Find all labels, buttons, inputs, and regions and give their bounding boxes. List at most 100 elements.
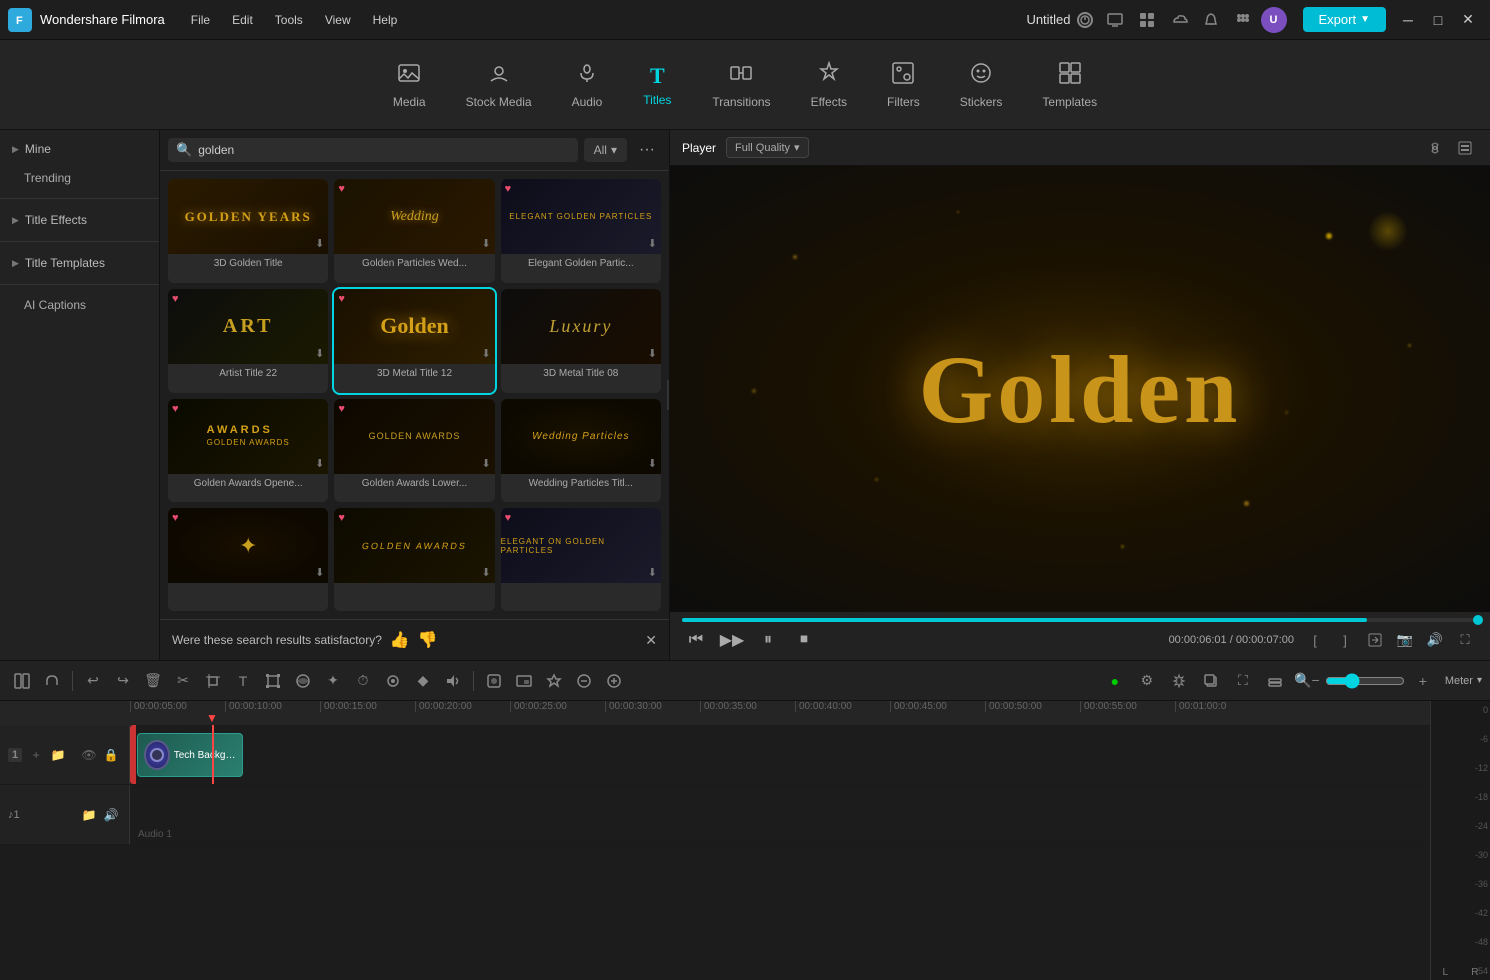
tool-media[interactable]: Media	[373, 53, 446, 117]
zoom-slider[interactable]	[1325, 673, 1405, 689]
cloud-icon[interactable]	[1165, 6, 1193, 34]
grid-item-3[interactable]: ♥ ELEGANT GOLDEN PARTICLES ⬇ Elegant Gol…	[501, 179, 661, 283]
download-icon-11[interactable]: ⬇	[481, 566, 490, 579]
tl-keyframe-button[interactable]: ◆	[409, 667, 437, 695]
video-clip[interactable]: Tech Backgrou...	[137, 733, 243, 777]
tool-effects[interactable]: Effects	[791, 53, 867, 117]
sidebar-item-trending[interactable]: Trending	[0, 164, 159, 192]
rewind-button[interactable]: ⏮	[682, 626, 710, 654]
fullscreen-icon[interactable]: ⛶	[1452, 627, 1478, 653]
more-button[interactable]: ···	[633, 139, 661, 161]
sidebar-item-title-templates[interactable]: ▶ Title Templates	[0, 248, 159, 278]
tl-copy-button[interactable]	[1197, 667, 1225, 695]
grid-item-6[interactable]: Luxury ⬇ 3D Metal Title 08	[501, 289, 661, 393]
thumbs-up-button[interactable]: 👍	[390, 630, 410, 650]
tl-effects-button[interactable]: ✦	[319, 667, 347, 695]
download-icon-7[interactable]: ⬇	[315, 457, 324, 470]
download-icon-6[interactable]: ⬇	[648, 347, 657, 360]
download-icon-4[interactable]: ⬇	[315, 347, 324, 360]
grid-item-7[interactable]: ♥ AWARDSGOLDEN AWARDS ⬇ Golden Awards Op…	[168, 399, 328, 503]
preview-layout-icon[interactable]	[1452, 135, 1478, 161]
grid-item-5[interactable]: ♥ Golden ⬇ 3D Metal Title 12	[334, 289, 494, 393]
sidebar-item-ai-captions[interactable]: AI Captions	[0, 291, 159, 319]
grid-item-11[interactable]: ♥ GOLDEN AWARDS ⬇	[334, 508, 494, 611]
sidebar-item-mine[interactable]: ▶ Mine	[0, 134, 159, 164]
grid-item-12[interactable]: ♥ ELEGANT ON GOLDEN PARTICLES ⬇	[501, 508, 661, 611]
track-add-video-button[interactable]: +	[26, 745, 46, 765]
quality-select[interactable]: Full Quality ▾	[726, 137, 809, 158]
tl-transform-button[interactable]	[259, 667, 287, 695]
play-button[interactable]: ▶▶	[718, 626, 746, 654]
tl-plus-button[interactable]	[600, 667, 628, 695]
download-icon-10[interactable]: ⬇	[315, 566, 324, 579]
grid-item-8[interactable]: ♥ GOLDEN AWARDS ⬇ Golden Awards Lower...	[334, 399, 494, 503]
download-icon-5[interactable]: ⬇	[481, 347, 490, 360]
grid-item-9[interactable]: Wedding Particles ⬇ Wedding Particles Ti…	[501, 399, 661, 503]
tl-ai-button[interactable]	[1165, 667, 1193, 695]
maximize-button[interactable]: □	[1424, 6, 1452, 34]
tl-zoom-in-button[interactable]: +	[1409, 667, 1437, 695]
tl-undo-button[interactable]: ↩	[79, 667, 107, 695]
filter-button[interactable]: All ▾	[584, 138, 627, 162]
bell-icon[interactable]	[1197, 6, 1225, 34]
tl-stabilize-button[interactable]	[379, 667, 407, 695]
track-lock-button[interactable]: 🔒	[101, 745, 121, 765]
tl-zoom-out-button[interactable]: 🔍−	[1293, 667, 1321, 695]
pause-button[interactable]: ⏸	[754, 626, 782, 654]
tl-text-button[interactable]: T	[229, 667, 257, 695]
grid-item-2[interactable]: ♥ Wedding ⬇ Golden Particles Wed...	[334, 179, 494, 283]
thumbs-down-button[interactable]: 👎	[418, 630, 438, 650]
download-icon-2[interactable]: ⬇	[481, 237, 490, 250]
track-eye-button[interactable]: 👁	[79, 745, 99, 765]
download-icon-9[interactable]: ⬇	[648, 457, 657, 470]
volume-icon[interactable]: 🔊	[1422, 627, 1448, 653]
track-folder-button[interactable]: 📁	[48, 745, 68, 765]
menu-help[interactable]: Help	[363, 9, 408, 31]
tl-minus-button[interactable]	[570, 667, 598, 695]
tool-transitions[interactable]: Transitions	[692, 53, 790, 117]
monitor-icon[interactable]	[1101, 6, 1129, 34]
tl-record-button[interactable]: ●	[1101, 667, 1129, 695]
search-input[interactable]	[198, 143, 569, 157]
tool-stickers[interactable]: Stickers	[940, 53, 1023, 117]
tl-cut-button[interactable]: ✂	[169, 667, 197, 695]
tool-titles[interactable]: T Titles	[622, 55, 692, 115]
feedback-close-button[interactable]: ✕	[645, 632, 657, 649]
bracket-right-icon[interactable]: ]	[1332, 627, 1358, 653]
download-icon-12[interactable]: ⬇	[648, 566, 657, 579]
tl-green-screen-button[interactable]	[480, 667, 508, 695]
menu-tools[interactable]: Tools	[265, 9, 313, 31]
grid-icon[interactable]	[1133, 6, 1161, 34]
sidebar-item-title-effects[interactable]: ▶ Title Effects	[0, 205, 159, 235]
tl-color-button[interactable]	[289, 667, 317, 695]
user-avatar[interactable]: U	[1261, 7, 1287, 33]
tl-settings-button[interactable]: ⚙	[1133, 667, 1161, 695]
tl-redo-button[interactable]: ↪	[109, 667, 137, 695]
grid-item-10[interactable]: ♥ ✦ ⬇	[168, 508, 328, 611]
tl-split-view-button[interactable]	[8, 667, 36, 695]
tl-pip-button[interactable]	[510, 667, 538, 695]
tl-speed-button[interactable]: ⏱	[349, 667, 377, 695]
screenshot-icon[interactable]: 📷	[1392, 627, 1418, 653]
tool-audio[interactable]: Audio	[552, 53, 623, 117]
menu-file[interactable]: File	[181, 9, 220, 31]
tl-crop-button[interactable]	[199, 667, 227, 695]
stop-button[interactable]: ⏹	[790, 626, 818, 654]
tl-delete-button[interactable]: 🗑	[139, 667, 167, 695]
tl-audio-button[interactable]	[439, 667, 467, 695]
track-audio-folder-button[interactable]: 📁	[79, 805, 99, 825]
download-icon-3[interactable]: ⬇	[648, 237, 657, 250]
tool-templates[interactable]: Templates	[1022, 53, 1117, 117]
tl-fullscreen-button[interactable]: ⛶	[1229, 667, 1257, 695]
progress-bar[interactable]	[682, 618, 1478, 622]
grid-item-1[interactable]: GOLDEN YEARS ⬇ 3D Golden Title	[168, 179, 328, 283]
menu-edit[interactable]: Edit	[222, 9, 263, 31]
track-video-content[interactable]: Tech Backgrou...	[130, 725, 1430, 784]
bracket-left-icon[interactable]: [	[1302, 627, 1328, 653]
grid-item-4[interactable]: ♥ ART ⬇ Artist Title 22	[168, 289, 328, 393]
export-frame-icon[interactable]	[1362, 627, 1388, 653]
minimize-button[interactable]: ─	[1394, 6, 1422, 34]
preview-settings-icon[interactable]	[1422, 135, 1448, 161]
apps-icon[interactable]	[1229, 6, 1257, 34]
tool-filters[interactable]: Filters	[867, 53, 940, 117]
